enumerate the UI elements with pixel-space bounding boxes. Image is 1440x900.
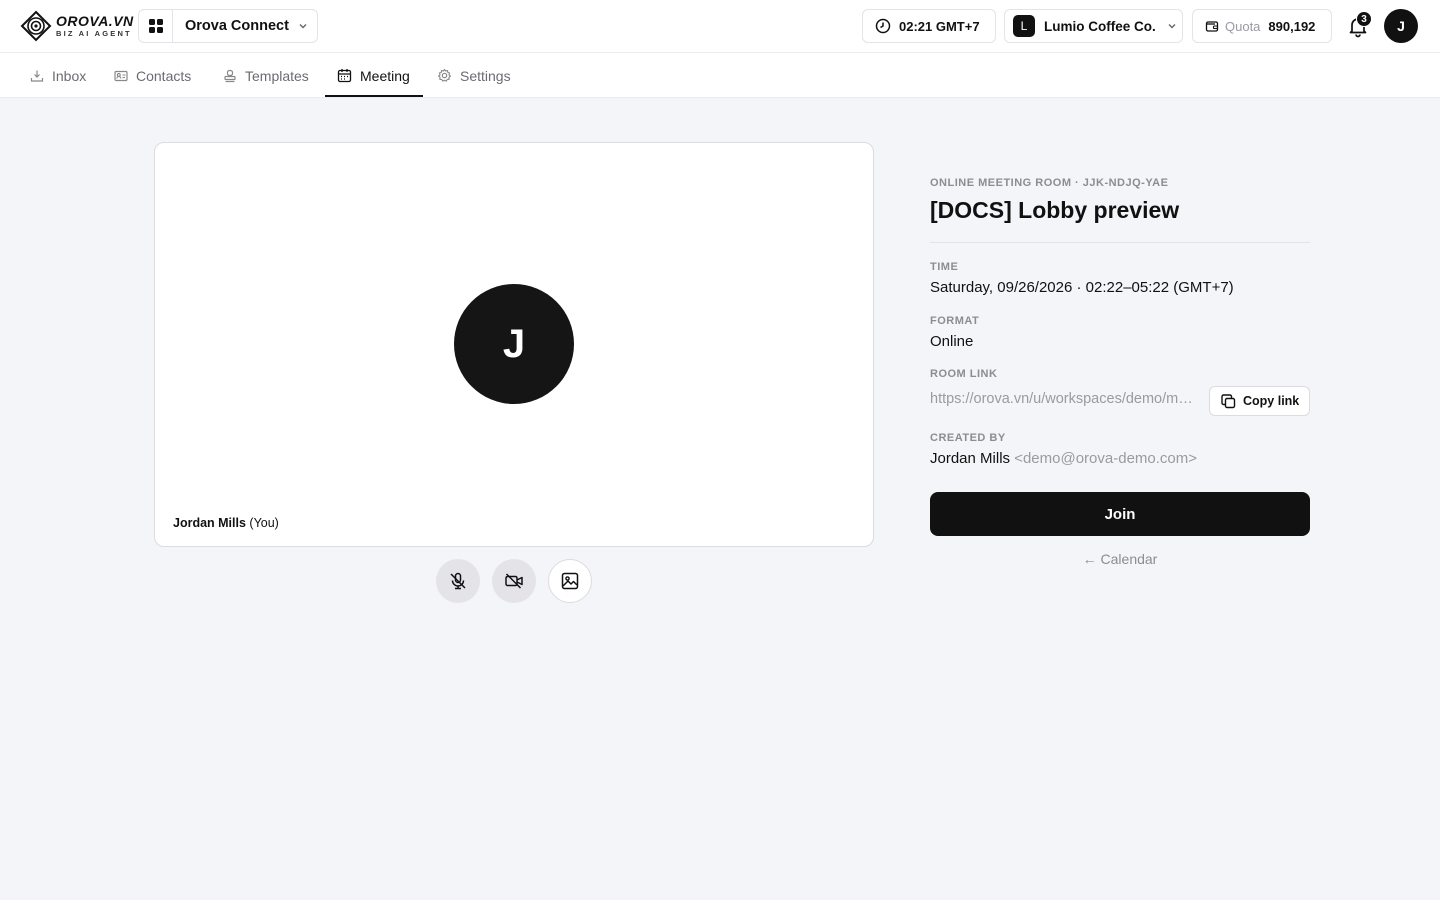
quota-display[interactable]: Quota 890,192	[1192, 9, 1332, 43]
org-avatar: L	[1013, 15, 1035, 37]
participant-name-tag: Jordan Mills (You)	[173, 516, 279, 530]
tab-label: Meeting	[360, 67, 410, 84]
room-link-label: ROOM LINK	[930, 368, 998, 380]
stamp-icon	[224, 69, 236, 82]
participant-name: Jordan Mills	[173, 516, 246, 530]
created-by-label: CREATED BY	[930, 432, 1006, 444]
orova-logo-icon	[20, 10, 52, 42]
tab-meeting[interactable]: Meeting	[337, 53, 410, 98]
clock-icon	[875, 18, 891, 34]
clock-time: 02:21 GMT+7	[899, 18, 980, 34]
user-avatar[interactable]: J	[1384, 9, 1418, 43]
room-link[interactable]: https://orova.vn/u/workspaces/demo/meeti…	[930, 391, 1198, 407]
format-label: FORMAT	[930, 315, 980, 327]
creator-info: Jordan Mills <demo@orova-demo.com>	[930, 450, 1197, 467]
time-label: TIME	[930, 261, 959, 273]
chevron-down-icon	[299, 24, 307, 29]
creator-email: <demo@orova-demo.com>	[1014, 450, 1198, 467]
join-button[interactable]: Join	[930, 492, 1310, 536]
mic-off-icon	[450, 572, 466, 590]
divider	[930, 242, 1310, 243]
org-name: Lumio Coffee Co.	[1044, 18, 1156, 34]
logo[interactable]: OROVA.VN BIZ AI AGENT	[20, 8, 134, 44]
notification-count-badge: 3	[1356, 11, 1372, 27]
gear-icon	[438, 68, 451, 82]
back-to-calendar-link[interactable]: ← Calendar	[930, 551, 1310, 567]
active-tab-indicator	[325, 95, 423, 97]
tab-settings[interactable]: Settings	[437, 53, 511, 98]
logo-tagline: BIZ AI AGENT	[56, 29, 132, 39]
preview-avatar: J	[454, 284, 574, 404]
image-icon	[561, 572, 579, 590]
contact-card-icon	[114, 70, 128, 81]
app-name: Orova Connect	[185, 18, 289, 34]
quota-label: Quota	[1225, 18, 1261, 34]
quota-value: 890,192	[1268, 18, 1316, 34]
clock-display[interactable]: 02:21 GMT+7	[862, 9, 996, 43]
organization-switcher[interactable]: L Lumio Coffee Co.	[1004, 9, 1183, 43]
participant-you-tag: (You)	[249, 516, 279, 530]
room-id: ONLINE MEETING ROOM · JJK-NDJQ-YAE	[930, 177, 1169, 189]
tab-templates[interactable]: Templates	[223, 53, 309, 98]
meeting-title: [DOCS] Lobby preview	[930, 197, 1180, 223]
tab-inbox[interactable]: Inbox	[30, 53, 86, 98]
camera-toggle-button[interactable]	[492, 559, 536, 603]
time-value: Saturday, 09/26/2026 · 02:22–05:22 (GMT+…	[930, 279, 1234, 296]
copy-icon	[1221, 393, 1236, 408]
inbox-icon	[30, 70, 44, 82]
chevron-down-icon	[1168, 24, 1176, 29]
background-effects-button[interactable]	[548, 559, 592, 603]
apps-grid-icon[interactable]	[139, 10, 173, 42]
tab-contacts[interactable]: Contacts	[114, 53, 191, 98]
top-bar: OROVA.VN BIZ AI AGENT Orova Connect 02:2…	[0, 0, 1440, 53]
tab-label: Templates	[245, 67, 309, 84]
wallet-icon	[1205, 21, 1219, 32]
app-switcher[interactable]: Orova Connect	[138, 9, 318, 43]
creator-name: Jordan Mills	[930, 450, 1011, 467]
copy-link-label: Copy link	[1243, 394, 1300, 408]
copy-link-button[interactable]: Copy link	[1209, 386, 1310, 416]
tab-label: Settings	[460, 67, 511, 84]
calendar-icon	[337, 69, 352, 83]
main-tabs: Inbox Contacts Templates Meeting Setting…	[0, 53, 1440, 98]
tab-label: Inbox	[52, 67, 87, 84]
camera-preview: J Jordan Mills (You)	[154, 142, 874, 547]
tab-label: Contacts	[136, 67, 192, 84]
microphone-toggle-button[interactable]	[436, 559, 480, 603]
format-value: Online	[930, 333, 974, 350]
video-off-icon	[505, 573, 523, 589]
logo-wordmark: OROVA.VN	[56, 13, 134, 30]
